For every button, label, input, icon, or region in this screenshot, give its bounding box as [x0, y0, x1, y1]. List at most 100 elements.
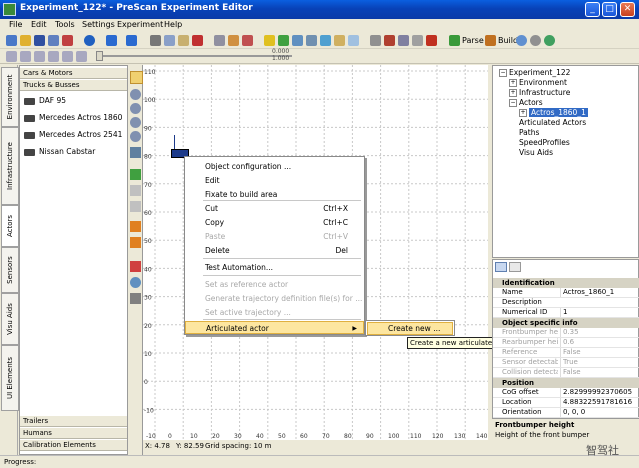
connect-icon[interactable] — [130, 221, 141, 232]
menu-item[interactable]: Delete Del — [185, 244, 364, 257]
property-value[interactable]: False — [560, 368, 639, 377]
step-back-icon[interactable] — [20, 51, 31, 62]
marker-icon[interactable] — [130, 261, 141, 272]
tool-icon[interactable] — [242, 35, 253, 46]
library-item[interactable]: Mercedes Actros 1860 — [24, 111, 122, 125]
library-item[interactable]: Nissan Cabstar — [24, 145, 95, 159]
forward-icon[interactable] — [76, 51, 87, 62]
category-trucks[interactable]: Trucks & Busses — [20, 80, 127, 91]
menu-edit[interactable]: Edit — [31, 20, 47, 29]
menu-item[interactable]: Object configuration ... — [185, 160, 364, 173]
save-icon[interactable] — [34, 35, 45, 46]
expand-icon[interactable]: + — [509, 79, 517, 87]
collapse-icon[interactable]: − — [509, 99, 517, 107]
maximize-button[interactable]: □ — [602, 2, 617, 17]
select-icon[interactable] — [130, 71, 143, 84]
property-row[interactable]: Orientation 0, 0, 0 — [493, 408, 639, 418]
property-row[interactable]: CoG offset 2.82999992370605 — [493, 388, 639, 398]
property-category[interactable]: Object specific info — [493, 318, 639, 328]
property-category[interactable]: Position — [493, 378, 639, 388]
gear-icon[interactable] — [370, 35, 381, 46]
tree-item-articulated[interactable]: Articulated Actors — [519, 118, 586, 128]
category-trailers[interactable]: Trailers — [20, 416, 127, 427]
articulate-icon[interactable] — [130, 237, 141, 248]
parse-icon[interactable] — [449, 35, 460, 46]
rotate-icon[interactable] — [130, 277, 141, 288]
play-icon[interactable] — [48, 51, 59, 62]
trajectory-icon[interactable] — [130, 185, 141, 196]
cut-icon[interactable] — [150, 35, 161, 46]
menu-help[interactable]: Help — [164, 20, 182, 29]
paste-icon[interactable] — [178, 35, 189, 46]
library-item[interactable]: DAF 95 — [24, 94, 66, 108]
property-row[interactable]: Reference False — [493, 348, 639, 358]
path-icon[interactable] — [130, 169, 141, 180]
property-row[interactable]: Name Actros_1860_1 — [493, 288, 639, 298]
library-item[interactable]: Mercedes Actros 2541 — [24, 128, 122, 142]
open-icon[interactable] — [20, 35, 31, 46]
record-icon[interactable] — [384, 35, 395, 46]
property-row[interactable]: Sensor detectableTrue — [493, 358, 639, 368]
menu-item[interactable]: Test Automation... — [185, 261, 364, 274]
view-icon[interactable] — [292, 35, 303, 46]
earth-icon[interactable] — [544, 35, 555, 46]
minimize-button[interactable]: _ — [585, 2, 600, 17]
zoom-window-icon[interactable] — [130, 131, 141, 142]
stop-icon[interactable] — [34, 51, 45, 62]
close-button[interactable]: ✕ — [620, 2, 635, 17]
globe-icon[interactable] — [516, 35, 527, 46]
property-value[interactable]: 0.35 — [560, 328, 639, 337]
sphere-icon[interactable] — [530, 35, 541, 46]
property-row[interactable]: Description — [493, 298, 639, 308]
collapse-icon[interactable]: − — [499, 69, 507, 77]
menu-item[interactable]: Articulated actor ▶ — [185, 321, 364, 334]
property-value[interactable]: Actros_1860_1 — [560, 288, 639, 297]
property-value[interactable]: 1 — [560, 308, 639, 317]
tab-sensors[interactable]: Sensors — [1, 247, 19, 293]
redo-icon[interactable] — [126, 35, 137, 46]
speed-slider[interactable] — [96, 55, 292, 57]
menu-item[interactable]: Copy Ctrl+C — [185, 216, 364, 229]
create-new-item[interactable]: Create new ... — [367, 322, 453, 335]
property-value[interactable]: 0, 0, 0 — [560, 408, 639, 417]
pan-icon[interactable] — [130, 147, 141, 158]
tree-root[interactable]: − Experiment_122 — [499, 68, 570, 78]
new-icon[interactable] — [6, 35, 17, 46]
tab-actors[interactable]: Actors — [1, 205, 19, 247]
tab-infrastructure[interactable]: Infrastructure — [1, 127, 19, 205]
zoom-out-icon[interactable] — [130, 103, 141, 114]
property-row[interactable]: Location 4.88322591781616 — [493, 398, 639, 408]
cloud-icon[interactable] — [130, 293, 141, 304]
zoom-in-icon[interactable] — [130, 89, 141, 100]
tab-environment[interactable]: Environment — [1, 67, 19, 127]
tree-item-visuaids[interactable]: Visu Aids — [519, 148, 553, 158]
expand-icon[interactable]: + — [509, 89, 517, 97]
parse-label[interactable]: Parse — [462, 36, 484, 45]
expand-icon[interactable]: + — [519, 109, 527, 117]
tree-item-actors[interactable]: − Actors — [509, 98, 543, 108]
menu-file[interactable]: File — [9, 20, 22, 29]
settings-icon[interactable] — [228, 35, 239, 46]
tab-ui-elements[interactable]: UI Elements — [1, 345, 19, 411]
grid-icon[interactable] — [278, 35, 289, 46]
road-icon[interactable] — [334, 35, 345, 46]
menu-item[interactable]: Edit — [185, 174, 364, 187]
sensor-icon[interactable] — [412, 35, 423, 46]
tree-item-actros[interactable]: + Actros_1860_1 — [519, 108, 588, 118]
tree-item-speedprofiles[interactable]: SpeedProfiles — [519, 138, 570, 148]
menu-item[interactable]: Cut Ctrl+X — [185, 202, 364, 215]
category-humans[interactable]: Humans — [20, 428, 127, 439]
sky-icon[interactable] — [348, 35, 359, 46]
property-value[interactable]: False — [560, 348, 639, 357]
copy-icon[interactable] — [164, 35, 175, 46]
menu-tools[interactable]: Tools — [55, 20, 75, 29]
property-value[interactable]: 2.82999992370605 — [560, 388, 639, 397]
save-all-icon[interactable] — [48, 35, 59, 46]
tree-item-environment[interactable]: + Environment — [509, 78, 567, 88]
speed-icon[interactable] — [130, 201, 141, 212]
property-category[interactable]: Identification — [493, 278, 639, 288]
property-value[interactable]: 4.88322591781616 — [560, 398, 639, 407]
step-forward-icon[interactable] — [62, 51, 73, 62]
pencil-icon[interactable] — [264, 35, 275, 46]
tab-visu-aids[interactable]: Visu Aids — [1, 293, 19, 345]
